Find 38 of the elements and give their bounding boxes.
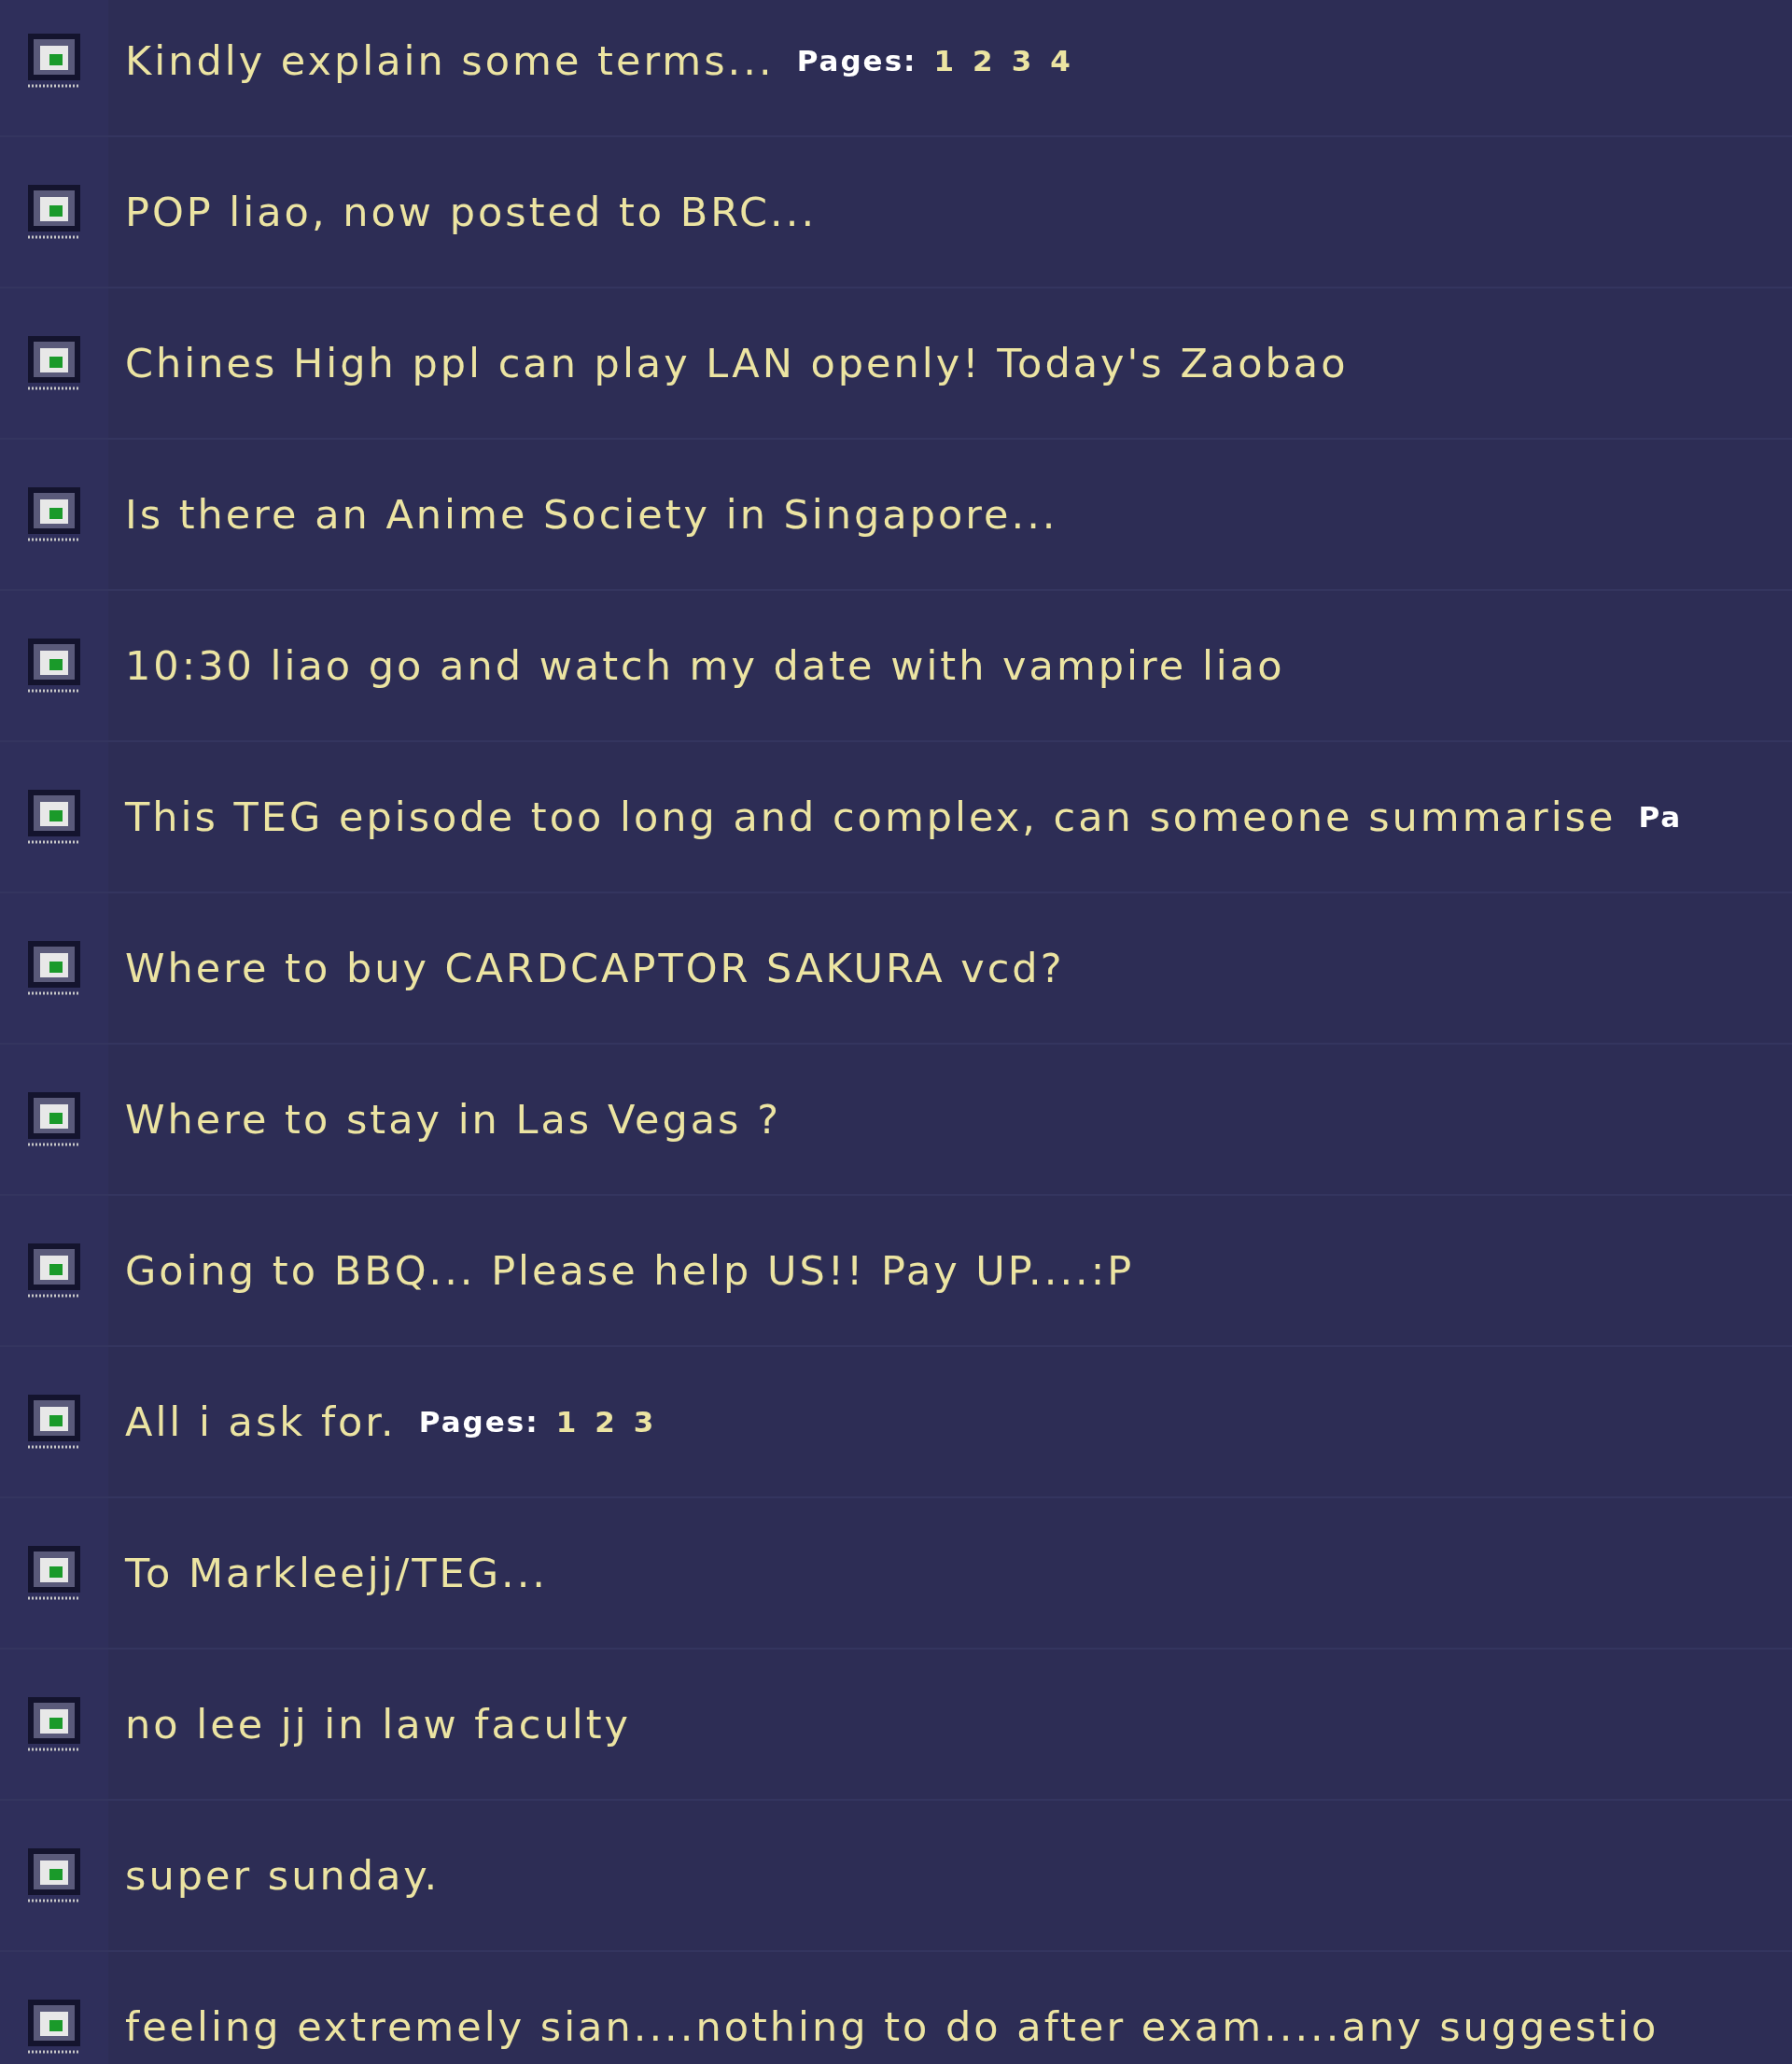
topic-title-link[interactable]: 10:30 liao go and watch my date with vampire liao [125, 635, 1285, 696]
topic-icon [25, 1393, 83, 1451]
page-link[interactable]: 1 [933, 38, 957, 83]
topic-title-link[interactable]: Is there an Anime Society in Singapore... [125, 484, 1058, 545]
page-link[interactable]: 2 [595, 1399, 617, 1444]
topic-title-link[interactable]: Going to BBQ... Please help US!! Pay UP....:P [125, 1240, 1135, 1301]
topic-title-link[interactable]: super sunday. [125, 1845, 441, 1906]
topic-icon [25, 1090, 83, 1148]
topic-icon [25, 32, 83, 90]
topic-icon [25, 485, 83, 543]
page-link[interactable]: 3 [1011, 38, 1034, 83]
topic-icon [25, 1242, 83, 1299]
topic-title-link[interactable]: Where to buy CARDCAPTOR SAKURA vcd? [125, 937, 1065, 999]
topic-icon [25, 637, 83, 695]
topic-title-link[interactable]: POP liao, now posted to BRC... [125, 181, 818, 243]
page-link[interactable]: 4 [1050, 38, 1072, 83]
topic-icon [25, 334, 83, 392]
topic-title-link[interactable]: Kindly explain some terms... [125, 30, 775, 91]
topic-title-link[interactable]: feeling extremely sian....nothing to do after exam.....any suggestio [125, 1996, 1659, 2057]
topic-title-link[interactable]: no lee jj in law faculty [125, 1693, 631, 1755]
topic-icon [25, 1846, 83, 1904]
page-link[interactable]: 3 [633, 1399, 656, 1444]
topic-icon [25, 1544, 83, 1602]
page-link[interactable]: 1 [555, 1399, 579, 1444]
topic-icon [25, 1695, 83, 1753]
topic-title-link[interactable]: To Markleejj/TEG... [125, 1542, 548, 1604]
topic-title-link[interactable]: All i ask for. [125, 1391, 397, 1453]
topic-title-link[interactable]: Where to stay in Las Vegas ? [125, 1088, 781, 1150]
pages-label: Pa [1638, 798, 1683, 835]
pages-label: Pages: [418, 1403, 539, 1440]
topic-title-link[interactable]: This TEG episode too long and complex, can someone summarise [125, 786, 1617, 848]
page-link[interactable]: 2 [973, 38, 995, 83]
topic-title-link[interactable]: Chines High ppl can play LAN openly! Today's Zaobao [125, 332, 1349, 394]
pages-label: Pages: [796, 42, 917, 79]
topic-icon [25, 788, 83, 846]
topic-icon [25, 939, 83, 997]
topic-icon [25, 183, 83, 241]
topic-icon [25, 1998, 83, 2056]
